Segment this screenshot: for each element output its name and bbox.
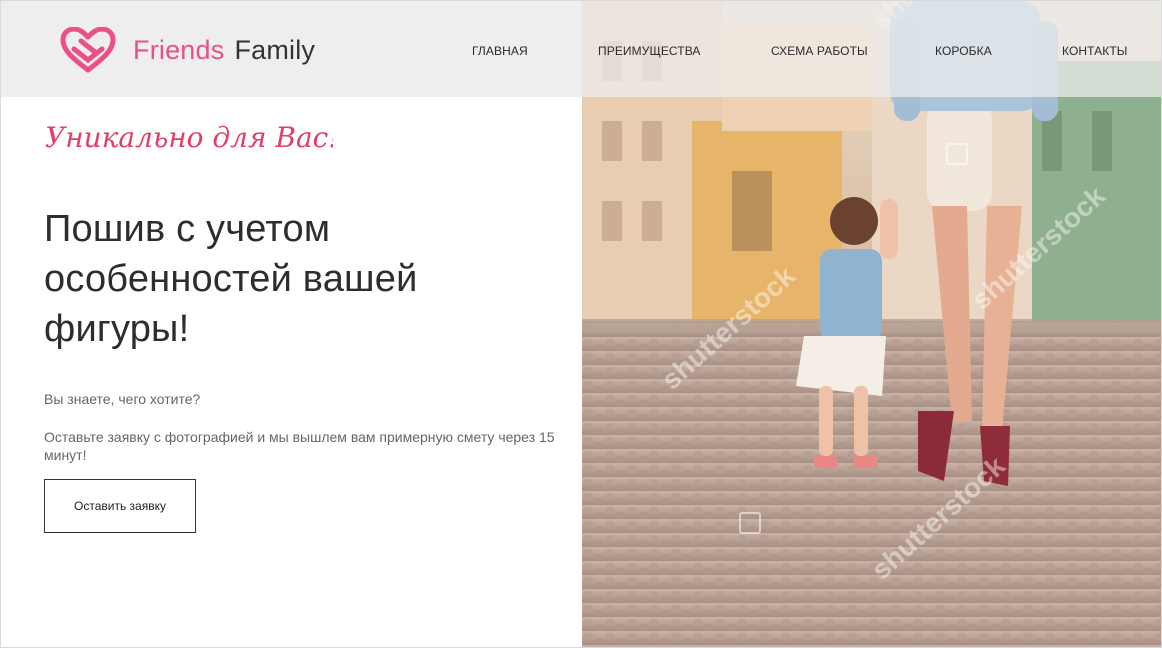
- hero-photo-illustration: shutterstock shutterstock shutterstock s…: [582, 1, 1161, 647]
- landing-page: shutterstock shutterstock shutterstock s…: [0, 0, 1162, 648]
- nav-item-box[interactable]: КОРОБКА: [935, 44, 992, 58]
- main-nav: ГЛАВНАЯ ПРЕИМУЩЕСТВА СХЕМА РАБОТЫ КОРОБК…: [1, 44, 1161, 60]
- hero-headline-line: Пошив с учетом: [44, 208, 331, 250]
- nav-item-home[interactable]: ГЛАВНАЯ: [472, 44, 528, 58]
- hero-headline: Пошив с учетом особенностей вашей фигуры…: [44, 204, 564, 354]
- tagline-text: Уникально для Вас!: [45, 121, 333, 154]
- nav-item-workflow[interactable]: СХЕМА РАБОТЫ: [771, 44, 868, 58]
- site-header: Friends Family ГЛАВНАЯ ПРЕИМУЩЕСТВА СХЕМА…: [1, 1, 1161, 97]
- hero-headline-line: фигуры!: [44, 308, 190, 350]
- hero-question: Вы знаете, чего хотите?: [44, 391, 201, 407]
- hero-photo: shutterstock shutterstock shutterstock s…: [582, 1, 1161, 647]
- hero-description: Оставьте заявку с фотографией и мы вышле…: [44, 429, 555, 463]
- submit-request-button[interactable]: Оставить заявку: [44, 479, 196, 533]
- hero-headline-line: особенностей вашей: [44, 258, 418, 300]
- tagline: Уникально для Вас!: [45, 121, 333, 154]
- nav-item-advantages[interactable]: ПРЕИМУЩЕСТВА: [598, 44, 701, 58]
- nav-item-contacts[interactable]: КОНТАКТЫ: [1062, 44, 1128, 58]
